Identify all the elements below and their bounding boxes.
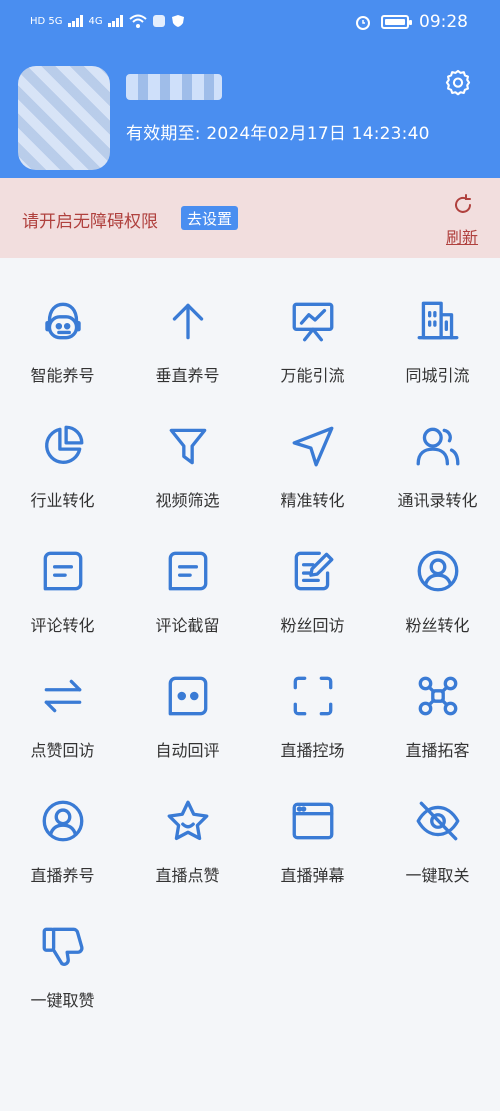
grid-item-vertical-nurture[interactable]: 垂直养号 bbox=[125, 270, 250, 390]
refresh-icon[interactable] bbox=[451, 193, 475, 217]
app-notification-icon bbox=[152, 15, 165, 27]
robot-icon bbox=[45, 302, 81, 340]
grid-item-video-filter[interactable]: 视频筛选 bbox=[125, 395, 250, 515]
building-icon bbox=[417, 301, 459, 340]
grid-item-label: 粉丝回访 bbox=[280, 616, 345, 635]
expire-value: 2024年02月17日 14:23:40 bbox=[206, 124, 430, 144]
grid-item-label: 直播养号 bbox=[30, 866, 95, 885]
grid-item-label: 评论截留 bbox=[155, 616, 220, 635]
filter-icon bbox=[169, 428, 207, 465]
status-bar: HD 5G 4G 09:28 bbox=[0, 0, 500, 46]
alarm-icon bbox=[356, 16, 370, 30]
grid-item-smart-nurture[interactable]: 智能养号 bbox=[0, 270, 125, 390]
grid-item-like-revisit[interactable]: 点赞回访 bbox=[0, 645, 125, 765]
grid-item-auto-reply[interactable]: 自动回评 bbox=[125, 645, 250, 765]
signal-label: HD 5G bbox=[30, 15, 63, 27]
username-masked bbox=[126, 74, 222, 100]
grid-item-live-control[interactable]: 直播控场 bbox=[250, 645, 375, 765]
refresh-link[interactable]: 刷新 bbox=[446, 224, 478, 248]
grid-item-label: 智能养号 bbox=[30, 366, 95, 385]
pie-chart-icon bbox=[45, 425, 84, 464]
signal-label-2: 4G bbox=[88, 15, 103, 27]
expire-label: 有效期至: bbox=[126, 124, 201, 144]
signal-icon-2 bbox=[107, 15, 123, 27]
swap-arrows-icon bbox=[44, 679, 82, 713]
expire-info: 有效期至: 2024年02月17日 14:23:40 bbox=[126, 119, 430, 144]
grid-item-label: 直播拓客 bbox=[405, 741, 470, 760]
grid-item-label: 直播点赞 bbox=[155, 866, 220, 885]
header: HD 5G 4G 09:28 有效期至: 2024年02月17日 14:23:4… bbox=[0, 0, 500, 178]
grid-item-local-traffic[interactable]: 同城引流 bbox=[375, 270, 500, 390]
grid-item-label: 一键取赞 bbox=[30, 991, 95, 1010]
star-icon bbox=[167, 800, 209, 841]
grid-item-unfollow-all[interactable]: 一键取关 bbox=[375, 770, 500, 890]
comment-icon bbox=[43, 551, 83, 591]
grid-item-universal-traffic[interactable]: 万能引流 bbox=[250, 270, 375, 390]
grid-item-label: 视频筛选 bbox=[155, 491, 220, 510]
user-circle-icon bbox=[42, 800, 84, 842]
grid-item-fan-conversion[interactable]: 粉丝转化 bbox=[375, 520, 500, 640]
chat-dots-icon bbox=[168, 676, 208, 716]
grid-item-label: 精准转化 bbox=[280, 491, 345, 510]
comment-icon bbox=[168, 551, 208, 591]
grid-item-label: 粉丝转化 bbox=[405, 616, 470, 635]
grid-item-live-like[interactable]: 直播点赞 bbox=[125, 770, 250, 890]
grid-item-label: 自动回评 bbox=[155, 741, 220, 760]
grid-item-live-customer[interactable]: 直播拓客 bbox=[375, 645, 500, 765]
edit-note-icon bbox=[294, 551, 334, 591]
grid-item-live-danmaku[interactable]: 直播弹幕 bbox=[250, 770, 375, 890]
grid-item-contacts-conversion[interactable]: 通讯录转化 bbox=[375, 395, 500, 515]
grid-item-label: 一键取关 bbox=[405, 866, 470, 885]
avatar[interactable] bbox=[18, 66, 110, 170]
shield-icon bbox=[171, 15, 184, 27]
signal-icon bbox=[67, 15, 83, 27]
grid-item-label: 直播弹幕 bbox=[280, 866, 345, 885]
signal-indicators: HD 5G 4G bbox=[30, 14, 185, 28]
grid-item-label: 垂直养号 bbox=[155, 366, 220, 385]
navigation-icon bbox=[292, 426, 334, 467]
grid-item-label: 通讯录转化 bbox=[397, 491, 478, 510]
eye-off-icon bbox=[416, 801, 460, 841]
grid-item-comment-conversion[interactable]: 评论转化 bbox=[0, 520, 125, 640]
contacts-icon bbox=[416, 427, 460, 466]
status-right: 09:28 bbox=[355, 12, 468, 32]
user-circle-icon bbox=[417, 550, 459, 592]
grid-item-live-nurture[interactable]: 直播养号 bbox=[0, 770, 125, 890]
grid-item-label: 直播控场 bbox=[280, 741, 345, 760]
clock: 09:28 bbox=[419, 12, 468, 32]
grid-item-comment-intercept[interactable]: 评论截留 bbox=[125, 520, 250, 640]
gear-icon[interactable] bbox=[444, 68, 472, 96]
grid-item-label: 行业转化 bbox=[30, 491, 95, 510]
wifi-icon bbox=[128, 14, 147, 28]
battery-icon bbox=[381, 15, 412, 29]
grid-item-label: 点赞回访 bbox=[30, 741, 95, 760]
grid-item-precise-conversion[interactable]: 精准转化 bbox=[250, 395, 375, 515]
grid-item-industry-conversion[interactable]: 行业转化 bbox=[0, 395, 125, 515]
window-icon bbox=[292, 802, 334, 840]
go-settings-button[interactable]: 去设置 bbox=[181, 206, 239, 230]
grid-item-label: 万能引流 bbox=[280, 366, 345, 385]
presentation-chart-icon bbox=[292, 302, 334, 342]
grid-item-label: 同城引流 bbox=[405, 366, 470, 385]
arrow-up-icon bbox=[172, 303, 204, 340]
grid-item-unlike-all[interactable]: 一键取赞 bbox=[0, 895, 125, 1015]
network-icon bbox=[418, 676, 458, 716]
grid-item-label: 评论转化 bbox=[30, 616, 95, 635]
scan-frame-icon bbox=[293, 676, 333, 716]
grid-item-fan-revisit[interactable]: 粉丝回访 bbox=[250, 520, 375, 640]
notice-text: 请开启无障碍权限 bbox=[22, 212, 158, 232]
thumbs-down-icon bbox=[42, 927, 84, 966]
